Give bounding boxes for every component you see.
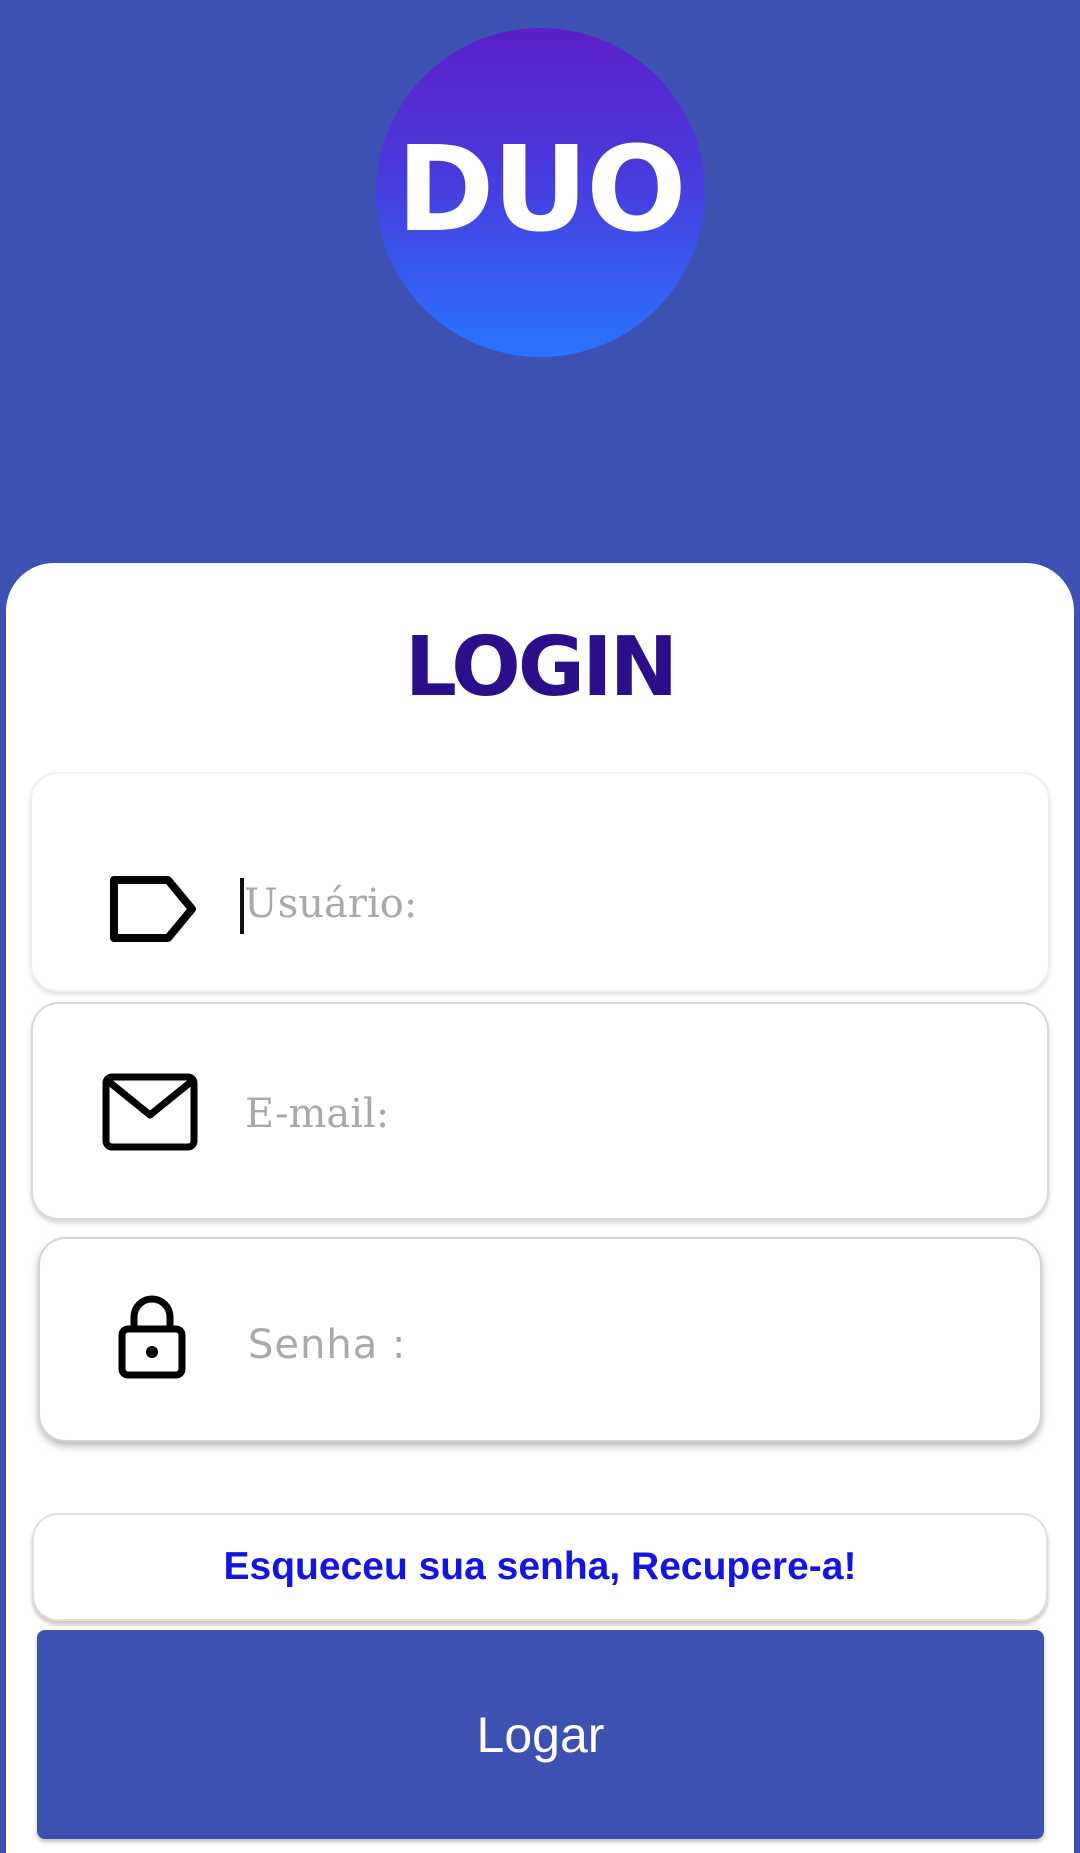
app-logo: DUO	[376, 28, 705, 357]
password-input[interactable]	[248, 1315, 1008, 1375]
username-field[interactable]	[30, 772, 1050, 992]
email-field[interactable]	[31, 1002, 1049, 1220]
username-input[interactable]	[244, 874, 1004, 934]
email-input[interactable]	[245, 1084, 1005, 1144]
page-title: LOGIN	[404, 620, 678, 715]
mail-icon	[102, 1073, 198, 1156]
recover-password-button[interactable]: Esqueceu sua senha, Recupere-a!	[32, 1513, 1048, 1621]
lock-icon	[118, 1295, 186, 1384]
login-button[interactable]: Logar	[37, 1630, 1044, 1839]
tag-icon	[106, 874, 198, 949]
logo-text: DUO	[396, 119, 686, 258]
password-field[interactable]	[38, 1237, 1042, 1442]
